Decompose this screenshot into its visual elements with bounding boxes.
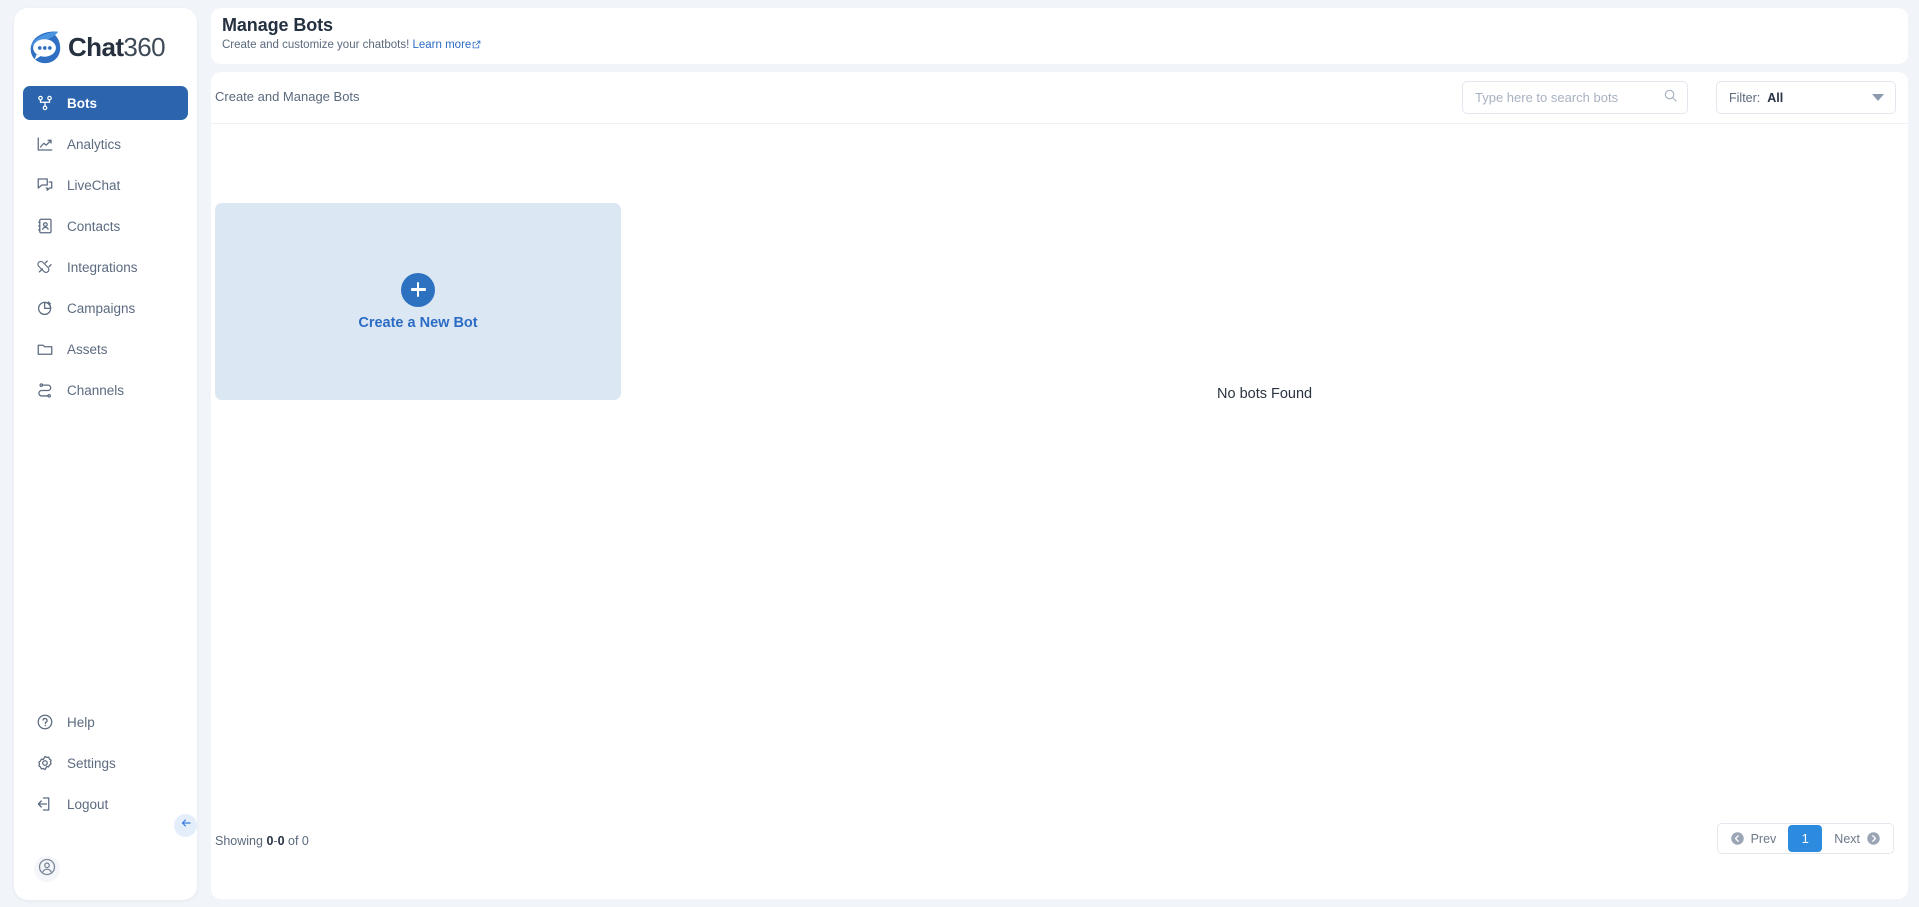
sidebar-item-settings[interactable]: Settings — [23, 746, 188, 780]
showing-total: 0 — [301, 834, 309, 848]
filter-dropdown[interactable]: Filter: All — [1716, 81, 1896, 114]
sidebar-item-label: Contacts — [67, 218, 121, 234]
bots-icon — [35, 94, 54, 113]
search-bots-box[interactable] — [1462, 81, 1688, 114]
app-root: Chat360 Bots Analytics LiveChat Contacts… — [0, 0, 1919, 907]
pagination-prev-button[interactable]: Prev — [1717, 824, 1789, 853]
manage-bots-panel: Create and Manage Bots Filter: All — [211, 72, 1908, 899]
gear-icon — [35, 754, 54, 773]
sidebar-item-label: Channels — [67, 382, 125, 398]
panel-footer: Showing 0-0 of 0 Prev 1 Next — [211, 806, 1908, 876]
learn-more-label: Learn more — [412, 39, 472, 51]
learn-more-link[interactable]: Learn more — [413, 39, 482, 51]
sidebar-item-assets[interactable]: Assets — [23, 332, 188, 366]
pagination-next-label: Next — [1834, 831, 1860, 846]
arrow-right-circle-icon — [1866, 831, 1881, 846]
logout-icon — [35, 795, 54, 814]
sidebar-item-label: Campaigns — [67, 300, 136, 316]
sidebar-item-contacts[interactable]: Contacts — [23, 209, 188, 243]
arrow-left-circle-icon — [1730, 831, 1745, 846]
page-header-card: Manage Bots Create and customize your ch… — [211, 8, 1908, 64]
sidebar-item-label: Integrations — [67, 259, 138, 275]
sidebar-item-label: Settings — [67, 755, 116, 771]
logo-text-chat: Chat — [68, 32, 124, 62]
sidebar-item-label: Help — [67, 714, 95, 730]
sidebar-item-channels[interactable]: Channels — [23, 373, 188, 407]
sidebar-item-help[interactable]: Help — [23, 705, 188, 739]
assets-icon — [35, 340, 54, 359]
campaigns-icon — [35, 299, 54, 318]
analytics-icon — [35, 135, 54, 154]
plus-icon — [401, 272, 435, 307]
sidebar-item-label: Assets — [67, 341, 108, 357]
sidebar-item-label: Analytics — [67, 136, 122, 152]
sidebar-nav-secondary: Help Settings Logout — [14, 705, 197, 838]
panel-toolbar: Create and Manage Bots Filter: All — [211, 72, 1908, 124]
integrations-icon — [35, 258, 54, 277]
sidebar-collapse-button[interactable] — [174, 814, 197, 837]
pagination-page-1[interactable]: 1 — [1788, 825, 1823, 852]
showing-mid: of — [288, 834, 299, 848]
sidebar-item-bots[interactable]: Bots — [23, 86, 188, 120]
chevron-left-icon — [179, 816, 193, 835]
help-icon — [35, 713, 54, 732]
sidebar-item-campaigns[interactable]: Campaigns — [23, 291, 188, 325]
search-input[interactable] — [1475, 90, 1663, 105]
sidebar-item-label: Logout — [67, 796, 109, 812]
bots-grid-area: Create a New Bot No bots Found Showing 0… — [211, 124, 1908, 876]
plus-icon-wrap — [401, 272, 435, 315]
brand-logo[interactable]: Chat360 — [14, 8, 197, 86]
avatar[interactable] — [34, 856, 60, 882]
sidebar-item-integrations[interactable]: Integrations — [23, 250, 188, 284]
sidebar: Chat360 Bots Analytics LiveChat Contacts… — [14, 8, 197, 900]
sidebar-item-analytics[interactable]: Analytics — [23, 127, 188, 161]
pagination-next-button[interactable]: Next — [1822, 824, 1893, 853]
search-icon[interactable] — [1663, 88, 1678, 108]
chevron-down-icon[interactable] — [1872, 94, 1884, 101]
user-profile-row[interactable] — [14, 838, 197, 900]
external-link-icon — [472, 40, 481, 52]
showing-count: Showing 0-0 of 0 — [215, 834, 309, 848]
livechat-icon — [35, 176, 54, 195]
sidebar-item-livechat[interactable]: LiveChat — [23, 168, 188, 202]
sidebar-item-label: LiveChat — [67, 177, 121, 193]
section-title: Create and Manage Bots — [215, 89, 360, 104]
pagination-prev-label: Prev — [1750, 831, 1777, 846]
channels-icon — [35, 381, 54, 400]
showing-to: 0 — [277, 834, 285, 848]
contacts-icon — [35, 217, 54, 236]
pagination: Prev 1 Next — [1716, 823, 1894, 854]
filter-value: All — [1767, 90, 1784, 105]
user-avatar-icon — [37, 857, 57, 882]
logo-text-360: 360 — [123, 32, 165, 62]
sidebar-item-logout[interactable]: Logout — [23, 787, 188, 821]
create-new-bot-card[interactable]: Create a New Bot — [215, 203, 621, 400]
chat360-logo-icon — [26, 28, 64, 66]
page-title: Manage Bots — [222, 15, 333, 35]
sidebar-nav-primary: Bots Analytics LiveChat Contacts Integra… — [14, 86, 197, 414]
empty-state-message: No bots Found — [1217, 386, 1313, 402]
filter-label: Filter: — [1729, 90, 1761, 105]
create-new-bot-label: Create a New Bot — [358, 314, 478, 331]
page-subtitle: Create and customize your chatbots! Lear… — [222, 39, 1908, 52]
sidebar-item-label: Bots — [67, 95, 97, 111]
page-subtitle-text: Create and customize your chatbots! — [222, 39, 410, 51]
showing-prefix: Showing — [215, 834, 263, 848]
